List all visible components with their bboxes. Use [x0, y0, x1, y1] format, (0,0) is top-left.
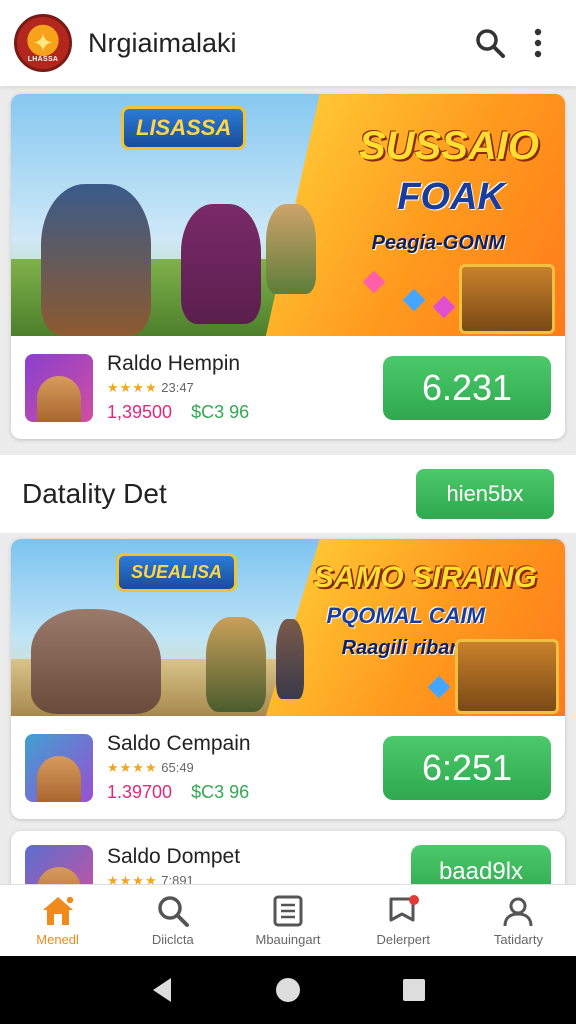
banner-subheadline: PQOMAL CAIM	[326, 603, 485, 628]
more-options-button[interactable]	[514, 19, 562, 67]
rating-value: 65:49	[161, 760, 194, 775]
price-new: $C3 96	[191, 782, 250, 802]
game-name: Saldo Cempain	[107, 732, 251, 755]
hero-figure	[41, 184, 151, 336]
treasure-chest	[459, 264, 555, 334]
get-button[interactable]: 6:251	[383, 735, 551, 800]
game-logo: LISASSA	[121, 106, 247, 150]
banner-subheadline: FOAK	[397, 176, 505, 218]
beast-figure	[31, 609, 161, 714]
home-icon	[42, 895, 75, 925]
game-logo: SUEALISA	[116, 553, 238, 592]
game-card[interactable]: SUEALISA SAMO SIRAING PQOMAL CAIM Raagil…	[11, 539, 565, 819]
nav-label: Mbauingart	[255, 932, 321, 947]
bottom-nav: Menedl Diiclcta Mbauingart Delerpert Tat…	[0, 884, 576, 956]
home-circle-icon[interactable]	[274, 976, 302, 1004]
price-old: 1,39500	[107, 402, 173, 422]
nav-item-bookmark[interactable]: Delerpert	[346, 885, 461, 956]
star-rating-icon: ★★★★	[107, 380, 158, 395]
more-vert-icon	[534, 28, 542, 58]
rating-row: ★★★★ 7:891	[107, 873, 411, 884]
game-name: Raldo Hempin	[107, 352, 241, 375]
banner-headline: SUSSAIO	[358, 124, 539, 168]
game-name: Saldo Dompet	[107, 845, 241, 868]
feed[interactable]: LISASSA SUSSAIO FOAK Peagia-GONM Raldo H…	[0, 86, 576, 884]
app-bar: ✦ LHASSA Nrgiaimalaki	[0, 0, 576, 86]
app-title: Nrgiaimalaki	[88, 27, 237, 58]
star-rating-icon: ★★★★	[107, 873, 158, 884]
star-icon: ✦	[32, 28, 54, 58]
rating-value: 7:891	[161, 873, 194, 884]
back-icon[interactable]	[149, 976, 175, 1004]
game-thumbnail[interactable]	[25, 353, 93, 422]
game-thumbnail[interactable]	[25, 845, 93, 884]
get-button[interactable]: 6.231	[383, 355, 551, 420]
villager-figure	[276, 619, 304, 699]
game-banner[interactable]: SUEALISA SAMO SIRAING PQOMAL CAIM Raagil…	[11, 539, 565, 716]
game-banner[interactable]: LISASSA SUSSAIO FOAK Peagia-GONM	[11, 94, 565, 336]
nav-item-list[interactable]: Mbauingart	[230, 885, 345, 956]
bookmark-icon	[389, 895, 420, 922]
logo-text: LHASSA	[27, 56, 59, 63]
treasure-chest	[455, 639, 559, 714]
nav-label: Diiclcta	[151, 932, 194, 947]
nav-item-home[interactable]: Menedl	[0, 885, 115, 956]
rating-value: 23:47	[161, 380, 194, 395]
game-thumbnail[interactable]	[25, 733, 93, 802]
rating-row: ★★★★ 23:47	[107, 380, 383, 396]
nav-item-profile[interactable]: Tatidarty	[461, 885, 576, 956]
banner-headline: SAMO SIRAING	[313, 561, 537, 594]
card-footer: Saldo Cempain ★★★★ 65:49 1.39700 $C3 96 …	[11, 716, 565, 819]
section-title: Datality Det	[22, 478, 167, 509]
app-logo[interactable]: ✦ LHASSA	[14, 14, 72, 72]
search-icon	[158, 896, 189, 927]
profile-icon	[503, 897, 533, 927]
nav-label: Delerpert	[376, 932, 430, 947]
scout-figure	[266, 204, 316, 294]
section-header: Datality Det hien5bx	[0, 455, 576, 533]
game-card[interactable]: LISASSA SUSSAIO FOAK Peagia-GONM Raldo H…	[11, 94, 565, 439]
nav-label: Menedl	[36, 932, 79, 947]
star-rating-icon: ★★★★	[107, 760, 158, 775]
search-icon	[476, 29, 505, 58]
price-old: 1.39700	[107, 782, 173, 802]
price-new: $C3 96	[191, 402, 250, 422]
banner-tagline: Peagia-GONM	[371, 232, 505, 254]
hero-figure	[206, 617, 266, 712]
recents-icon[interactable]	[401, 977, 427, 1003]
game-card[interactable]: Saldo Dompet ★★★★ 7:891 baad9lx	[11, 831, 565, 884]
get-button[interactable]: baad9lx	[411, 845, 551, 884]
list-icon	[273, 895, 303, 927]
rating-row: ★★★★ 65:49	[107, 760, 383, 776]
card-footer: Raldo Hempin ★★★★ 23:47 1,39500 $C3 96 6…	[11, 336, 565, 439]
search-button[interactable]	[466, 19, 514, 67]
nav-label: Tatidarty	[493, 932, 543, 947]
section-action-button[interactable]: hien5bx	[416, 469, 554, 519]
card-footer: Saldo Dompet ★★★★ 7:891 baad9lx	[11, 831, 565, 884]
nav-item-search[interactable]: Diiclcta	[115, 885, 230, 956]
warrior-figure	[181, 204, 261, 324]
system-nav-bar	[0, 956, 576, 1024]
